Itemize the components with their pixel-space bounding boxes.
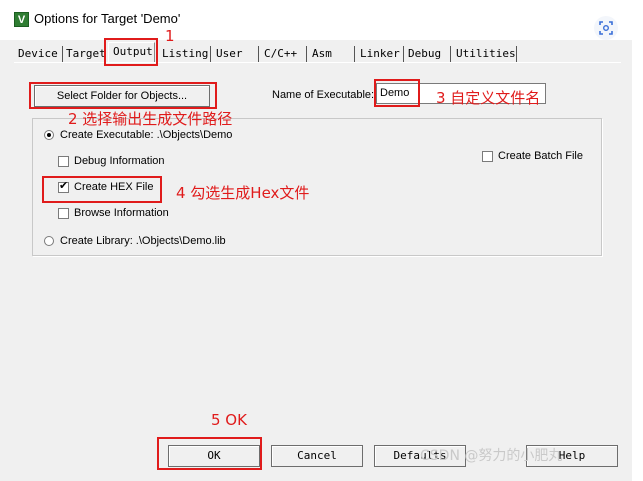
create-executable-radio[interactable] bbox=[44, 130, 54, 140]
browse-information-checkbox[interactable] bbox=[58, 208, 69, 219]
browse-information-label: Browse Information bbox=[74, 207, 169, 219]
create-library-radio[interactable] bbox=[44, 236, 54, 246]
tab-user[interactable]: User bbox=[216, 46, 243, 62]
window-title: Options for Target 'Demo' bbox=[34, 11, 181, 26]
annotation-step-1: 1 bbox=[165, 27, 175, 45]
tab-linker[interactable]: Linker bbox=[360, 46, 400, 62]
tab-separator bbox=[62, 46, 63, 62]
debug-information-label: Debug Information bbox=[74, 155, 165, 167]
tab-separator bbox=[258, 46, 259, 62]
name-of-executable-label: Name of Executable: bbox=[272, 89, 375, 101]
create-library-label: Create Library: .\Objects\Demo.lib bbox=[60, 235, 226, 247]
annotation-box-create-hex bbox=[42, 176, 162, 203]
tab-listing[interactable]: Listing bbox=[162, 46, 208, 62]
tab-target[interactable]: Target bbox=[66, 46, 106, 62]
tab-separator bbox=[354, 46, 355, 62]
tab-asm[interactable]: Asm bbox=[312, 46, 332, 62]
annotation-box-ok-button bbox=[157, 437, 262, 470]
tab-device[interactable]: Device bbox=[18, 46, 58, 62]
tab-separator bbox=[403, 46, 404, 62]
screenshot-icon[interactable] bbox=[594, 16, 618, 40]
annotation-box-name-input bbox=[374, 79, 420, 107]
watermark-text: CSDN @努力的小肥丸 bbox=[420, 448, 563, 464]
tab-separator bbox=[306, 46, 307, 62]
annotation-box-select-folder bbox=[29, 82, 217, 109]
annotation-step-5: 5 OK bbox=[211, 411, 247, 429]
create-batch-file-label: Create Batch File bbox=[498, 150, 583, 162]
tab-utilities[interactable]: Utilities bbox=[456, 46, 516, 62]
tab-c-cpp[interactable]: C/C++ bbox=[264, 46, 297, 62]
create-executable-label: Create Executable: .\Objects\Demo bbox=[60, 129, 233, 141]
tab-separator bbox=[516, 46, 517, 62]
cancel-button[interactable]: Cancel bbox=[271, 445, 363, 467]
radio-selected-dot bbox=[47, 133, 51, 137]
tab-debug[interactable]: Debug bbox=[408, 46, 441, 62]
debug-information-checkbox[interactable] bbox=[58, 156, 69, 167]
keil-uvision-icon: V bbox=[14, 12, 29, 27]
annotation-step-2: 2 选择输出生成文件路径 bbox=[68, 110, 233, 128]
tab-separator bbox=[210, 46, 211, 62]
annotation-box-output-tab bbox=[104, 38, 158, 66]
create-batch-file-checkbox[interactable] bbox=[482, 151, 493, 162]
annotation-step-3: 3 自定义文件名 bbox=[436, 89, 541, 107]
annotation-step-4: 4 勾选生成Hex文件 bbox=[176, 184, 310, 202]
tab-separator bbox=[450, 46, 451, 62]
